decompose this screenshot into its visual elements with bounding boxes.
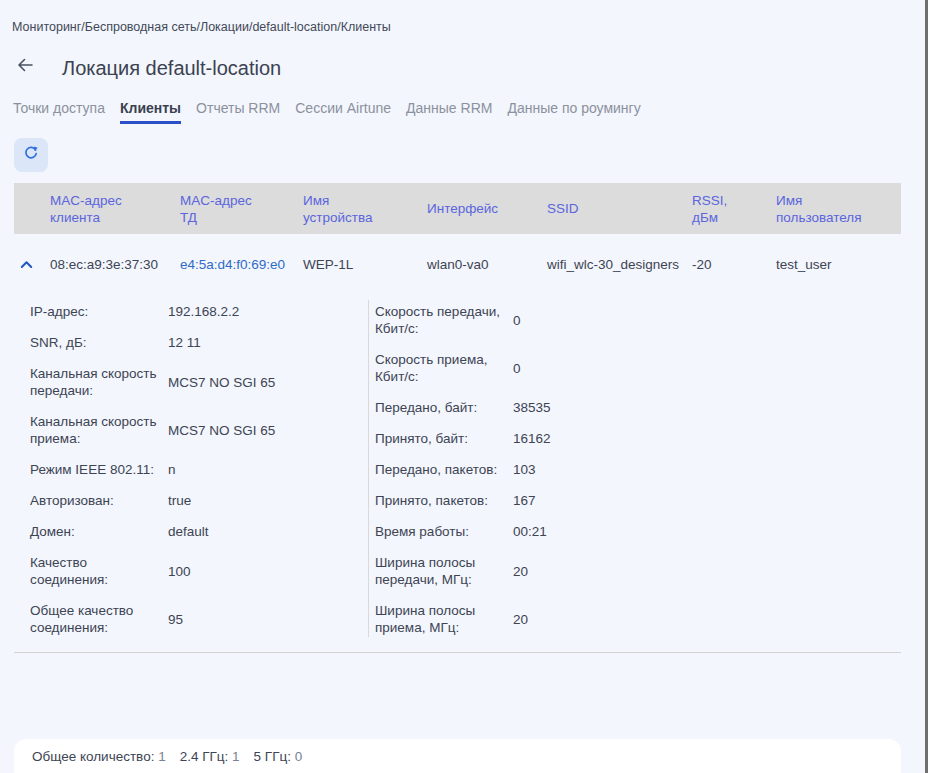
detail-row: Ширина полосы передачи, МГц:20 (375, 554, 705, 588)
column-header-device-name[interactable]: Имя устройства (303, 192, 427, 226)
detail-row: IP-адрес:192.168.2.2 (30, 303, 355, 320)
band-24ghz-count: 2.4 ГГц: 1 (180, 749, 240, 764)
cell-device-name: WEP-1L (303, 257, 427, 272)
tab-rrm-reports[interactable]: Отчеты RRM (196, 100, 280, 124)
breadcrumb: Мониторинг/Беспроводная сеть/Локации/def… (12, 20, 391, 34)
client-details-left-column: IP-адрес:192.168.2.2 SNR, дБ:12 11 Канал… (30, 303, 355, 650)
detail-row: Канальная скорость приема:MCS7 NO SGI 65 (30, 413, 355, 447)
table-header: MAC-адрес клиента MAC-адрес ТД Имя устро… (14, 183, 901, 234)
detail-row: Скорость приема, Кбит/с:0 (375, 351, 705, 385)
detail-row: Принято, пакетов:167 (375, 492, 705, 509)
details-divider (368, 300, 369, 637)
column-header-username[interactable]: Имя пользователя (776, 192, 901, 226)
cell-mac-ap: e4:5a:d4:f0:69:e0 (180, 257, 303, 272)
column-header-interface[interactable]: Интерфейс (427, 200, 547, 217)
tab-airtune-sessions[interactable]: Сессии Airtune (295, 100, 391, 124)
column-header-rssi[interactable]: RSSI, дБм (692, 192, 776, 226)
refresh-button[interactable] (14, 138, 48, 172)
refresh-icon (23, 145, 39, 165)
band-5ghz-count: 5 ГГц: 0 (254, 749, 303, 764)
client-details-right-column: Скорость передачи, Кбит/с:0 Скорость при… (375, 303, 705, 650)
detail-row: Скорость передачи, Кбит/с:0 (375, 303, 705, 337)
tabs: Точки доступа Клиенты Отчеты RRM Сессии … (13, 100, 641, 124)
column-header-mac-client[interactable]: MAC-адрес клиента (50, 192, 180, 226)
tab-roaming-data[interactable]: Данные по роумингу (507, 100, 640, 124)
detail-row: Время работы:00:21 (375, 523, 705, 540)
detail-row: Авторизован:true (30, 492, 355, 509)
back-button[interactable] (16, 57, 40, 77)
detail-row: Канальная скорость передачи:MCS7 NO SGI … (30, 365, 355, 399)
detail-row: Домен:default (30, 523, 355, 540)
cell-ssid: wifi_wlc-30_designers (547, 257, 692, 272)
page-title: Локация default-location (62, 57, 281, 80)
cell-interface: wlan0-va0 (427, 257, 547, 272)
summary-footer: Общее количество: 1 2.4 ГГц: 1 5 ГГц: 0 (14, 739, 901, 773)
detail-row: Режим IEEE 802.11:n (30, 461, 355, 478)
section-separator (14, 652, 901, 653)
chevron-up-icon (20, 257, 33, 272)
ap-mac-link[interactable]: e4:5a:d4:f0:69:e0 (180, 257, 285, 272)
cell-mac-client: 08:ec:a9:3e:37:30 (50, 257, 180, 272)
cell-username: test_user (776, 257, 901, 272)
collapse-row-button[interactable] (14, 257, 50, 272)
cell-rssi: -20 (692, 257, 776, 272)
arrow-left-icon (16, 59, 34, 76)
column-header-mac-ap[interactable]: MAC-адрес ТД (180, 192, 303, 226)
tab-rrm-data[interactable]: Данные RRM (406, 100, 492, 124)
tab-clients[interactable]: Клиенты (120, 100, 181, 124)
detail-row: Передано, байт:38535 (375, 399, 705, 416)
detail-row: Общее качество соединения:95 (30, 602, 355, 636)
tab-access-points[interactable]: Точки доступа (13, 100, 105, 124)
column-header-ssid[interactable]: SSID (547, 200, 692, 217)
detail-row: Качество соединения:100 (30, 554, 355, 588)
detail-row: Передано, пакетов:103 (375, 461, 705, 478)
detail-row: Ширина полосы приема, МГц:20 (375, 602, 705, 636)
detail-row: SNR, дБ:12 11 (30, 334, 355, 351)
client-table-row[interactable]: 08:ec:a9:3e:37:30 e4:5a:d4:f0:69:e0 WEP-… (14, 234, 901, 294)
total-count: Общее количество: 1 (32, 749, 166, 764)
detail-row: Принято, байт:16162 (375, 430, 705, 447)
